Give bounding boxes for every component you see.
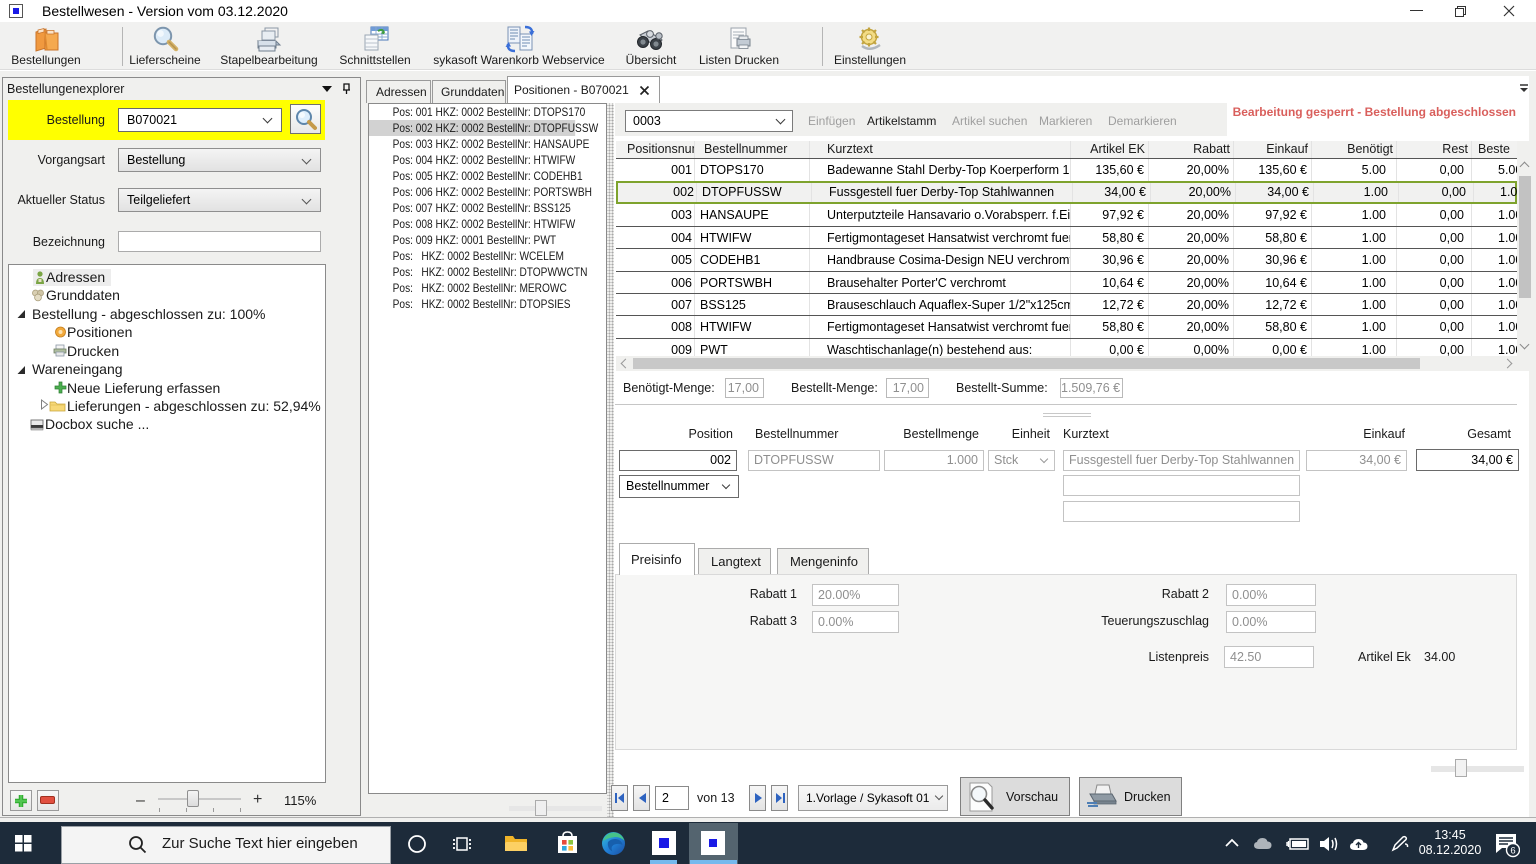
svg-text:6: 6 xyxy=(1510,846,1515,857)
